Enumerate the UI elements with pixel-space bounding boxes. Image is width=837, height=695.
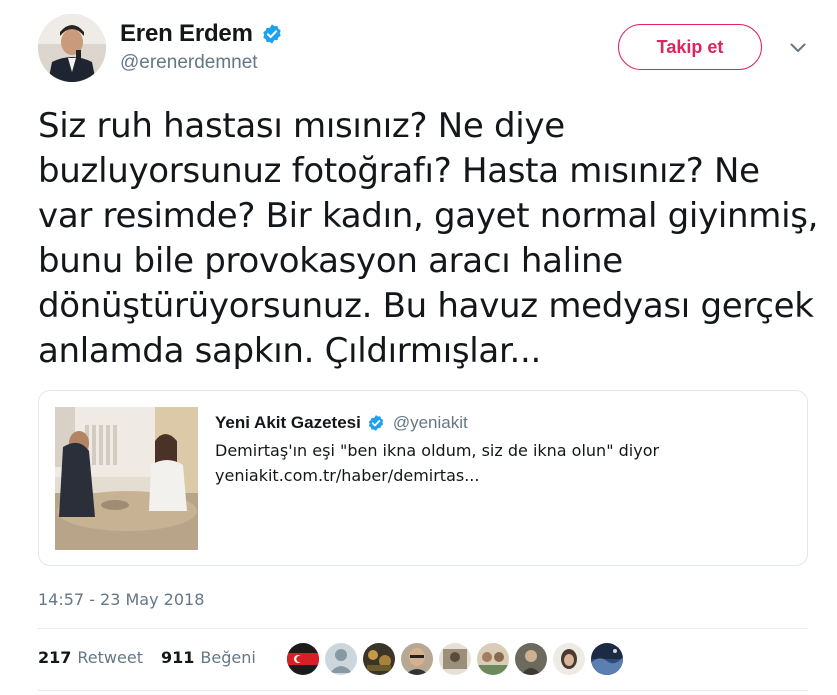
quoted-tweet-card[interactable]: Yeni Akit Gazetesi @yeniakit Demirtaş'ın…: [38, 390, 808, 566]
author-handle[interactable]: @erenerdemnet: [120, 52, 283, 74]
liker-avatar[interactable]: [287, 643, 319, 675]
quoted-author-name[interactable]: Yeni Akit Gazetesi: [215, 413, 361, 433]
tweet-stats: 217 Retweet 911 Beğeni: [38, 648, 274, 667]
liker-avatar[interactable]: [363, 643, 395, 675]
quoted-tweet-body: Yeni Akit Gazetesi @yeniakit Demirtaş'ın…: [215, 413, 659, 485]
liker-avatar[interactable]: [553, 643, 585, 675]
like-count-link[interactable]: 911 Beğeni: [161, 648, 256, 667]
retweet-count-link[interactable]: 217 Retweet: [38, 648, 143, 667]
author-info: Eren Erdem @erenerdemnet: [120, 20, 283, 74]
liker-avatar[interactable]: [515, 643, 547, 675]
liker-avatar[interactable]: [401, 643, 433, 675]
verified-badge-icon: [367, 414, 385, 432]
author-display-name[interactable]: Eren Erdem: [120, 20, 253, 48]
tweet-text-line: dönüştürüyorsunuz. Bu havuz medyası gerç…: [38, 286, 814, 326]
tweet-text-line: buzluyorsunuz fotoğrafı? Hasta mısınız? …: [38, 151, 760, 191]
author-name-row: Eren Erdem: [120, 20, 283, 48]
liker-avatar[interactable]: [591, 643, 623, 675]
divider: [38, 628, 808, 629]
tweet-header: Eren Erdem @erenerdemnet Takip et: [38, 14, 818, 84]
liker-avatar[interactable]: [477, 643, 509, 675]
quoted-photo-image: [55, 407, 198, 550]
quoted-tweet-thumbnail[interactable]: [55, 407, 198, 550]
quoted-tweet-link[interactable]: yeniakit.com.tr/haber/demirtas...: [215, 466, 659, 485]
author-avatar-image: [38, 14, 106, 82]
tweet-text: Siz ruh hastası mısınız? Ne diye buzluyo…: [38, 104, 818, 374]
liker-avatar[interactable]: [325, 643, 357, 675]
liker-avatars: [287, 643, 623, 675]
author-avatar[interactable]: [38, 14, 106, 82]
retweet-count: 217: [38, 648, 72, 667]
liker-avatar[interactable]: [439, 643, 471, 675]
tweet-text-line: anlamda sapkın. Çıldırmışlar...: [38, 331, 542, 371]
quoted-tweet-header: Yeni Akit Gazetesi @yeniakit: [215, 413, 659, 433]
divider: [38, 690, 808, 691]
follow-button[interactable]: Takip et: [618, 24, 762, 70]
quoted-author-handle[interactable]: @yeniakit: [393, 413, 468, 433]
like-label: Beğeni: [200, 648, 256, 667]
retweet-label: Retweet: [77, 648, 143, 667]
verified-badge-icon: [261, 23, 283, 45]
quoted-tweet-text: Demirtaş'ın eşi "ben ikna oldum, siz de …: [215, 441, 660, 460]
like-count: 911: [160, 648, 195, 667]
tweet-text-line: Siz ruh hastası mısınız? Ne diye: [38, 106, 565, 146]
tweet-text-line: var resimde? Bir kadın, gayet normal giy…: [38, 196, 819, 236]
chevron-down-icon[interactable]: [786, 36, 810, 60]
tweet-text-line: bunu bile provokasyon aracı haline: [38, 241, 623, 281]
tweet-timestamp[interactable]: 14:57 - 23 May 2018: [38, 590, 204, 609]
